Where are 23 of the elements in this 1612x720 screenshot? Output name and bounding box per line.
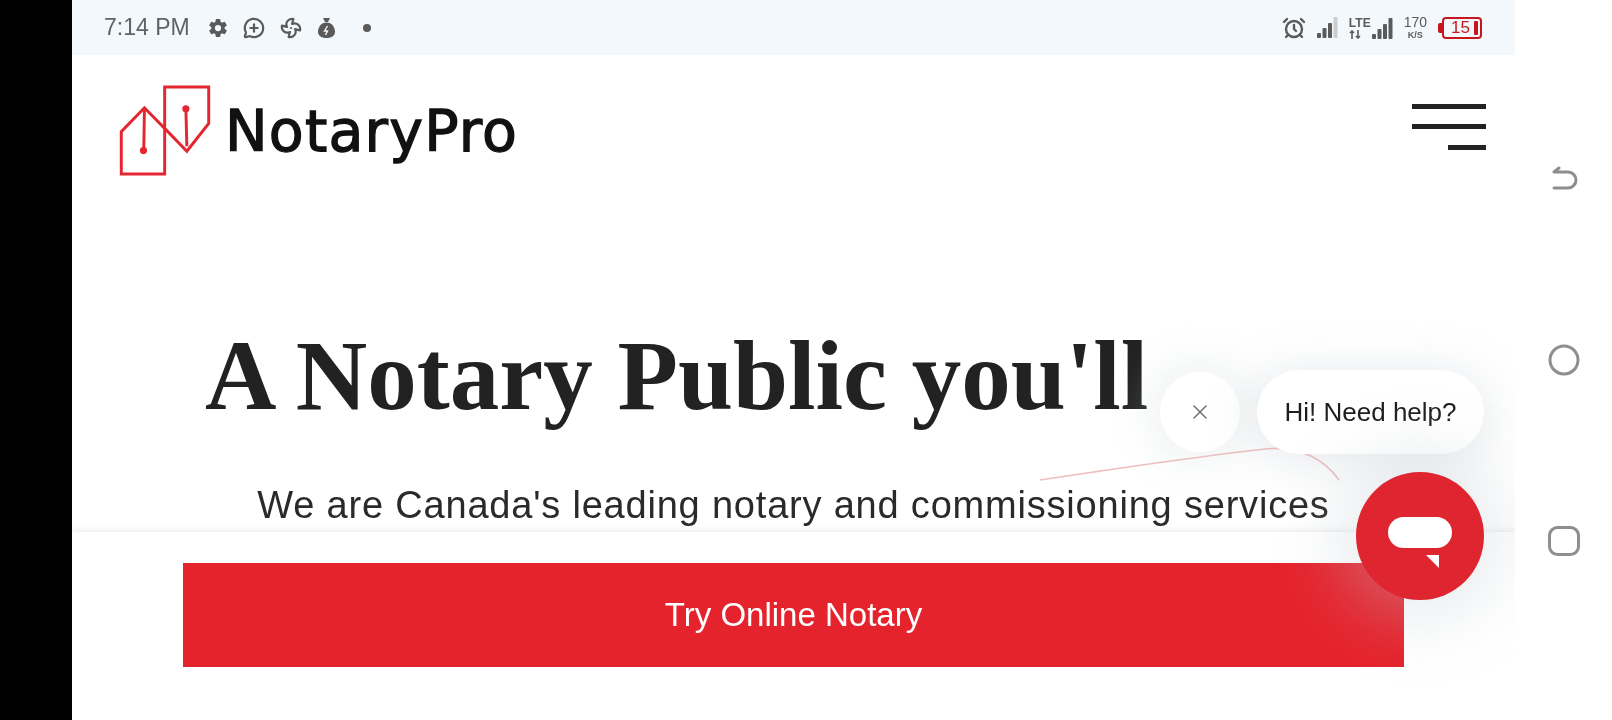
hero-subtitle: We are Canada's leading notary and commissioning services bbox=[257, 482, 1330, 528]
signal-icon bbox=[1316, 17, 1338, 38]
speed-unit: K/S bbox=[1407, 31, 1423, 40]
signal-icon bbox=[1371, 17, 1393, 39]
data-arrows-icon bbox=[1348, 29, 1361, 39]
status-time: 7:14 PM bbox=[104, 16, 190, 39]
network-speed: 170 bbox=[1403, 15, 1427, 29]
help-message-bubble: Hi! Need help? bbox=[1257, 370, 1484, 454]
recents-icon[interactable] bbox=[1547, 526, 1580, 556]
hero-headline: A Notary Public you'll bbox=[205, 322, 1149, 431]
chat-plus-icon bbox=[242, 16, 265, 39]
network-type: LTE bbox=[1348, 16, 1371, 29]
bag-icon bbox=[316, 17, 336, 38]
gear-icon bbox=[207, 17, 228, 38]
alarm-clock-icon bbox=[1281, 15, 1306, 40]
dot-icon bbox=[362, 23, 371, 32]
battery-percent: 15 bbox=[1451, 19, 1470, 36]
logo-icon bbox=[119, 85, 211, 177]
home-icon[interactable] bbox=[1547, 344, 1580, 376]
chat-bubble-icon bbox=[1388, 517, 1452, 568]
try-online-notary-button[interactable]: Try Online Notary bbox=[183, 563, 1404, 667]
menu-icon[interactable] bbox=[1412, 104, 1486, 150]
fan-icon bbox=[279, 16, 302, 39]
